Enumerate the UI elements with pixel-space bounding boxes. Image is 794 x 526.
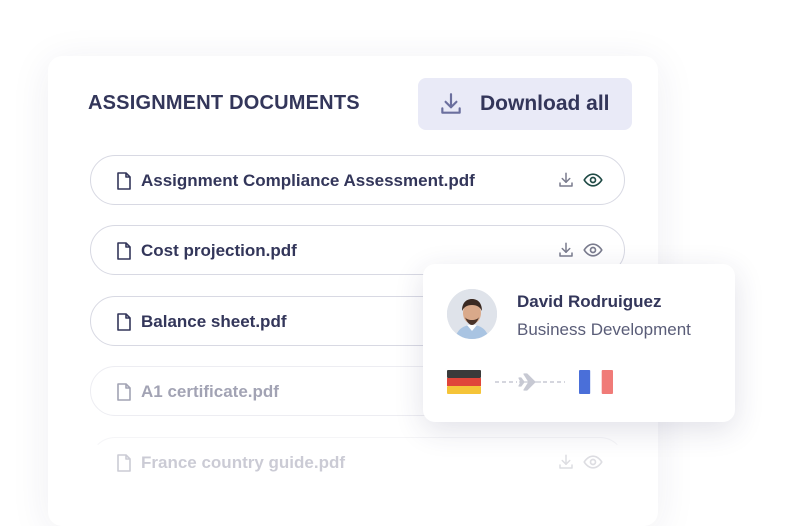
download-all-button[interactable]: Download all bbox=[418, 78, 632, 130]
eye-icon[interactable] bbox=[583, 240, 603, 260]
file-icon bbox=[116, 454, 132, 472]
document-name: Balance sheet.pdf bbox=[141, 312, 287, 331]
document-name: A1 certificate.pdf bbox=[141, 382, 279, 401]
airplane-icon bbox=[495, 372, 565, 392]
document-name: France country guide.pdf bbox=[141, 453, 346, 472]
person-name: David Rodruiguez bbox=[517, 292, 662, 311]
eye-icon[interactable] bbox=[583, 452, 603, 472]
section-title: ASSIGNMENT DOCUMENTS bbox=[88, 92, 360, 114]
avatar bbox=[447, 289, 497, 339]
download-icon[interactable] bbox=[557, 171, 575, 189]
contact-card: David Rodruiguez Business Development bbox=[423, 264, 735, 422]
germany-flag-icon bbox=[447, 370, 481, 394]
file-icon bbox=[116, 313, 132, 331]
document-name: Cost projection.pdf bbox=[141, 241, 297, 260]
document-name: Assignment Compliance Assessment.pdf bbox=[141, 171, 475, 190]
file-icon bbox=[116, 383, 132, 401]
file-icon bbox=[116, 242, 132, 260]
download-icon[interactable] bbox=[557, 241, 575, 259]
file-icon bbox=[116, 172, 132, 190]
eye-icon[interactable] bbox=[583, 170, 603, 190]
download-icon bbox=[438, 91, 464, 117]
download-icon[interactable] bbox=[557, 453, 575, 471]
download-all-label: Download all bbox=[480, 92, 610, 115]
document-row[interactable]: Assignment Compliance Assessment.pdf bbox=[90, 155, 625, 205]
france-flag-icon bbox=[579, 370, 613, 394]
document-row[interactable]: France country guide.pdf bbox=[90, 437, 625, 487]
person-role: Business Development bbox=[517, 320, 691, 339]
